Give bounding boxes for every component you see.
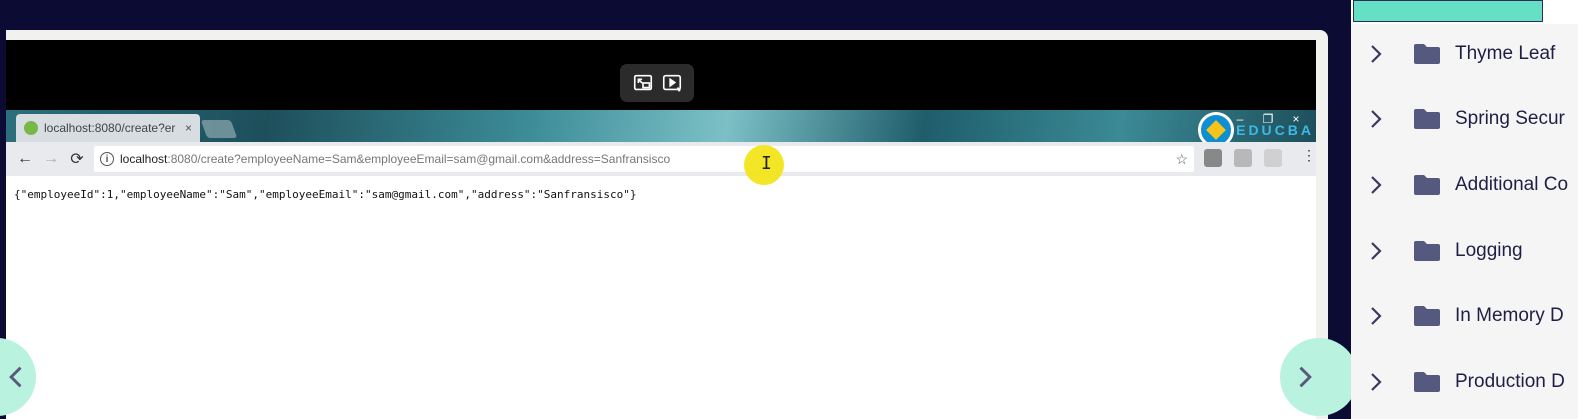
folder-icon [1414,241,1440,261]
spring-leaf-icon [24,121,38,135]
sidebar-item-additional[interactable]: Additional Co [1351,165,1578,205]
extension-icon[interactable] [1264,149,1282,167]
bookmark-star-icon[interactable]: ☆ [1175,151,1188,168]
browser-menu-icon[interactable]: ⋮ [1302,148,1316,162]
chevron-right-icon[interactable] [1369,175,1389,195]
folder-icon [1414,372,1440,392]
exit-fullscreen-icon[interactable] [631,71,655,95]
sidebar-item-label: Thyme Leaf [1455,43,1556,64]
browser-tab-title: localhost:8080/create?er [44,121,176,135]
video-overlay-controls [620,64,694,102]
text-cursor-icon: I [761,153,772,174]
folder-icon [1414,109,1440,129]
chevron-right-icon[interactable] [1369,109,1389,129]
back-arrow-icon[interactable]: ← [12,146,38,172]
chevron-right-icon [1299,366,1312,388]
video-frame: localhost:8080/create?er × – ❐ × EDUCBA … [6,30,1328,419]
browser-window: localhost:8080/create?er × – ❐ × EDUCBA … [6,110,1316,419]
new-tab-button[interactable] [200,120,238,138]
sidebar-item-thyme-leaf[interactable]: Thyme Leaf [1351,34,1578,74]
url-host: localhost [120,152,168,166]
sidebar-item-label: Spring Secur [1455,108,1565,129]
folder-icon [1414,306,1440,326]
chevron-right-icon[interactable] [1369,44,1389,64]
sidebar-item-production[interactable]: Production D [1351,362,1578,402]
course-progress-bar [1353,0,1543,22]
extension-icon[interactable] [1204,149,1222,167]
folder-icon [1414,44,1440,64]
sidebar-item-label: In Memory D [1455,305,1564,326]
chevron-right-icon[interactable] [1369,306,1389,326]
sidebar-item-logging[interactable]: Logging [1351,231,1578,271]
browser-tabstrip: localhost:8080/create?er × – ❐ × EDUCBA [6,110,1316,148]
folder-icon [1414,175,1440,195]
reload-icon[interactable]: ⟳ [64,146,90,172]
sidebar-header [1351,0,1578,24]
sidebar-item-label: Logging [1455,240,1523,261]
extension-icon[interactable] [1234,149,1252,167]
sidebar-item-spring-security[interactable]: Spring Secur [1351,99,1578,139]
tab-close-icon[interactable]: × [185,121,192,135]
browser-toolbar: ← → ⟳ i localhost:8080/create?employeeNa… [6,142,1316,176]
video-pane: localhost:8080/create?er × – ❐ × EDUCBA … [0,0,1358,419]
chevron-left-icon [9,366,22,388]
url-path: :8080/create?employeeName=Sam&employeeEm… [167,152,671,166]
forward-arrow-icon[interactable]: → [38,146,64,172]
sidebar-item-in-memory[interactable]: In Memory D [1351,296,1578,336]
next-slide-button[interactable] [1280,338,1358,416]
educba-wordmark: EDUCBA [1236,122,1314,138]
sidebar-item-label: Additional Co [1455,174,1569,195]
smart-video-icon[interactable] [660,71,684,95]
browser-tab[interactable]: localhost:8080/create?er × [16,114,200,142]
address-bar[interactable]: i localhost:8080/create?employeeName=Sam… [94,146,1194,172]
course-sidebar: Thyme Leaf Spring Secur Additional Co Lo… [1351,0,1578,419]
chevron-right-icon[interactable] [1369,372,1389,392]
chevron-right-icon[interactable] [1369,241,1389,261]
info-icon[interactable]: i [100,152,114,166]
json-response-text: {"employeeId":1,"employeeName":"Sam","em… [14,188,637,201]
sidebar-item-label: Production D [1455,371,1565,392]
